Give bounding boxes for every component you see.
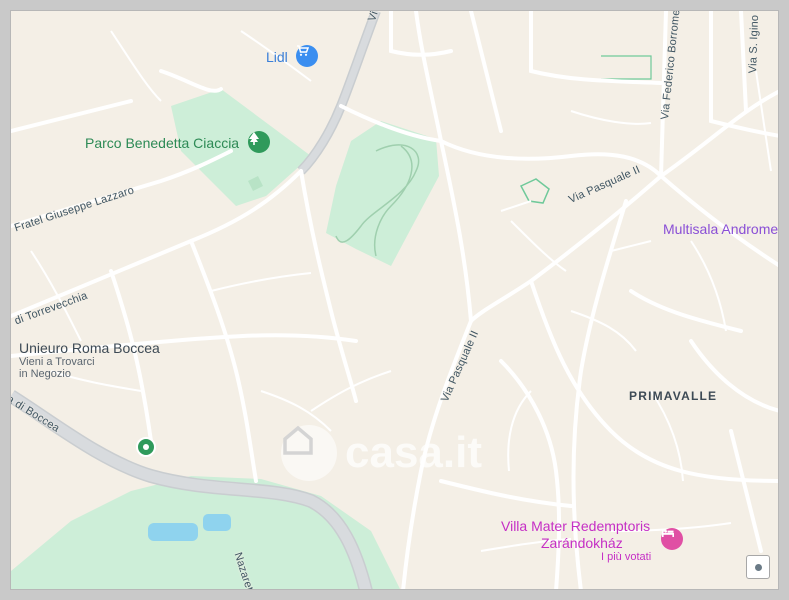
map-canvas[interactable]: Vi Via Federico Borrome Via S. Igino P V… [10,10,779,590]
shopping-cart-icon[interactable] [296,45,318,67]
park-central [326,121,439,266]
place-label-villa[interactable]: Villa Mater Redemptoris [501,518,650,534]
place-sublabel-unieuro-2: in Negozio [19,368,71,380]
layers-button[interactable] [746,555,770,579]
green-outline [519,178,550,204]
map-pin-icon[interactable] [136,437,156,457]
hotel-bed-icon[interactable] [661,528,683,550]
place-label-lidl[interactable]: Lidl [266,49,288,65]
green-outline-2 [601,55,652,80]
house-logo-icon [281,425,337,481]
district-label-primavalle: PRIMAVALLE [629,389,718,403]
pond-2 [203,514,231,531]
place-sublabel-unieuro-1: Vieni a Trovarci [19,356,95,368]
place-note-villa: I più votati [601,551,652,563]
layers-icon [754,563,762,571]
place-label-park[interactable]: Parco Benedetta Ciaccia [85,135,239,151]
place-sublabel-villa: Zarándokház [541,535,623,551]
street-label-igino: Via S. Igino P [747,10,762,74]
tree-icon[interactable] [248,131,270,153]
watermark-text: casa.it [345,428,482,477]
pond-1 [148,523,198,541]
place-label-unieuro[interactable]: Unieuro Roma Boccea [19,340,160,356]
map-frame: Vi Via Federico Borrome Via S. Igino P V… [0,0,789,600]
casa-it-watermark: casa.it [281,425,482,481]
place-label-multisala[interactable]: Multisala Androme [663,221,778,237]
